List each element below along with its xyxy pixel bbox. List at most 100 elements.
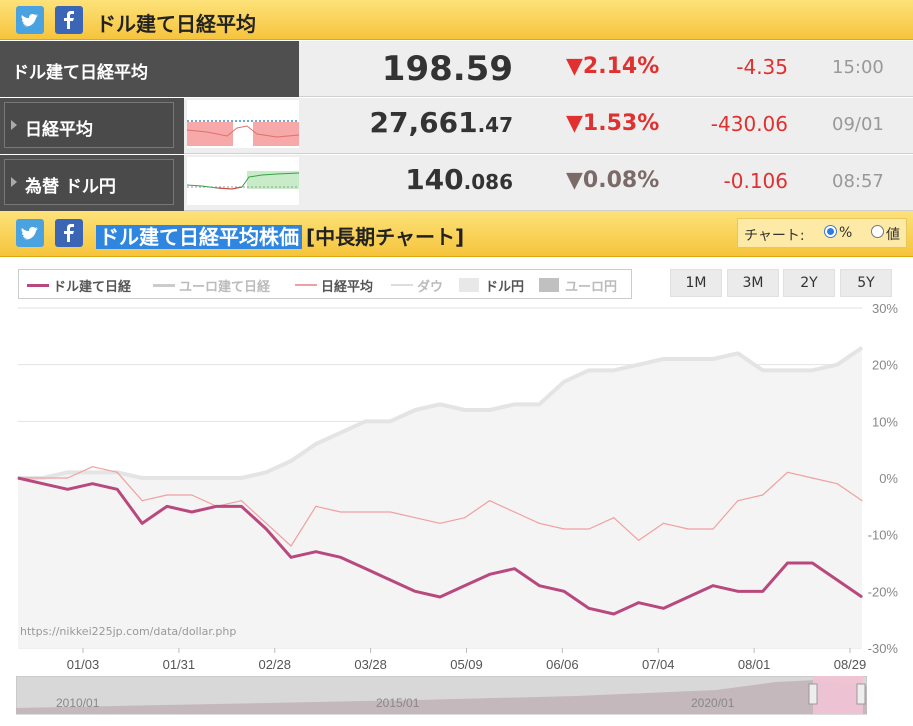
quote-time: 15:00 bbox=[832, 57, 884, 78]
data-point bbox=[513, 403, 516, 405]
data-point bbox=[563, 528, 565, 530]
usdjpy-link-button[interactable]: 為替 ドル円 bbox=[4, 159, 174, 205]
legend-item-euro-nikkei[interactable]: ユーロ建て日経 bbox=[179, 276, 270, 295]
navigator-handle-left bbox=[808, 683, 818, 705]
data-point bbox=[513, 511, 516, 513]
data-point bbox=[215, 505, 218, 507]
data-point bbox=[464, 409, 466, 411]
data-point bbox=[489, 573, 491, 575]
legend-swatch bbox=[295, 284, 317, 286]
data-point bbox=[67, 477, 69, 479]
quote-label: 日経平均 bbox=[0, 98, 184, 154]
data-point bbox=[538, 522, 540, 524]
facebook-button[interactable] bbox=[55, 6, 83, 34]
data-point bbox=[811, 562, 813, 564]
data-point bbox=[191, 511, 193, 513]
data-point bbox=[265, 522, 267, 524]
usdjpy-sparkline bbox=[187, 157, 299, 209]
data-point bbox=[91, 466, 94, 468]
legend-swatch bbox=[459, 278, 479, 292]
navigator-handle-right bbox=[856, 683, 866, 705]
data-point bbox=[737, 500, 739, 502]
data-point bbox=[240, 477, 243, 479]
y-tick-label: -30% bbox=[868, 641, 899, 656]
value-decimal: .086 bbox=[463, 170, 513, 194]
mode-label: チャート: bbox=[744, 228, 805, 244]
data-point bbox=[42, 477, 44, 479]
data-point bbox=[464, 585, 466, 587]
data-point bbox=[687, 528, 689, 530]
facebook-icon bbox=[64, 224, 74, 242]
mode-radio-value[interactable] bbox=[871, 225, 884, 238]
data-point bbox=[811, 477, 813, 479]
facebook-button[interactable] bbox=[55, 219, 83, 247]
legend-item-dollar-nikkei[interactable]: ドル建て日経 bbox=[53, 276, 131, 295]
range-button-1m[interactable]: 1M bbox=[670, 269, 722, 297]
quote-percent: ▼0.08% bbox=[566, 168, 660, 193]
navigator-selection bbox=[813, 676, 863, 714]
quote-label-text: 為替 ドル円 bbox=[25, 177, 116, 197]
value-main: 140 bbox=[405, 163, 464, 196]
data-point bbox=[464, 517, 466, 519]
data-point bbox=[861, 347, 863, 349]
data-point bbox=[439, 403, 441, 405]
range-button-5y[interactable]: 5Y bbox=[840, 269, 892, 297]
data-point bbox=[340, 432, 342, 434]
data-point bbox=[166, 505, 168, 507]
nikkei-link-button[interactable]: 日経平均 bbox=[4, 102, 174, 148]
data-point bbox=[613, 369, 615, 371]
data-point bbox=[538, 585, 540, 587]
data-point bbox=[389, 420, 391, 422]
data-point bbox=[364, 511, 367, 513]
nikkei-sparkline bbox=[187, 100, 299, 152]
data-point bbox=[836, 579, 838, 581]
range-navigator[interactable]: 2010/01 2015/01 2020/01 bbox=[16, 676, 867, 716]
quote-label-text: ドル建て日経平均 bbox=[12, 63, 148, 83]
data-point bbox=[414, 409, 416, 411]
data-point bbox=[166, 494, 168, 496]
legend-item-dow[interactable]: ダウ bbox=[417, 276, 443, 295]
data-point bbox=[588, 369, 590, 371]
quote-row-nikkei: 日経平均 27,661.47 ▼1.53% -430.06 09/01 bbox=[0, 98, 913, 154]
data-point bbox=[340, 556, 342, 558]
legend-item-usdjpy[interactable]: ドル円 bbox=[485, 276, 524, 295]
x-tick-label: 07/04 bbox=[642, 657, 675, 672]
legend-item-eurjpy[interactable]: ユーロ円 bbox=[565, 276, 617, 295]
data-point bbox=[364, 568, 367, 570]
quote-row-usdjpy: 為替 ドル円 140.086 ▼0.08% -0.106 08:57 bbox=[0, 155, 913, 211]
twitter-icon bbox=[21, 227, 38, 240]
quote-change: -430.06 bbox=[710, 112, 788, 136]
data-point bbox=[116, 488, 118, 490]
data-point bbox=[588, 607, 590, 609]
data-point bbox=[290, 556, 292, 558]
data-point bbox=[737, 590, 739, 592]
data-point bbox=[762, 369, 764, 371]
data-point bbox=[116, 471, 118, 473]
range-button-2y[interactable]: 2Y bbox=[783, 269, 835, 297]
mode-option-percent: % bbox=[839, 225, 853, 241]
data-point bbox=[414, 517, 416, 519]
mode-radio-percent[interactable] bbox=[824, 225, 837, 238]
quote-percent: ▼2.14% bbox=[566, 54, 660, 79]
data-point bbox=[290, 460, 292, 462]
chart-title: ドル建て日経平均株価 [中長期チャート] bbox=[96, 221, 464, 250]
data-point bbox=[315, 443, 317, 445]
data-point bbox=[489, 500, 491, 502]
data-point bbox=[91, 483, 94, 485]
top-header: ドル建て日経平均 bbox=[0, 0, 913, 40]
chevron-right-icon bbox=[11, 120, 17, 130]
range-button-3m[interactable]: 3M bbox=[727, 269, 779, 297]
twitter-button[interactable] bbox=[16, 6, 44, 34]
mode-option-value: 値 bbox=[886, 227, 900, 243]
data-point bbox=[240, 500, 243, 502]
data-point bbox=[637, 539, 640, 541]
data-point bbox=[563, 381, 565, 383]
legend-item-nikkei[interactable]: 日経平均 bbox=[321, 276, 373, 295]
data-point bbox=[588, 528, 590, 530]
data-point bbox=[513, 568, 516, 570]
line-chart[interactable]: 30% 20% 10% 0% -10% -20% -30% 01/03 01/31 02/28 03… bbox=[0, 298, 913, 678]
data-point bbox=[340, 511, 342, 513]
data-point bbox=[637, 364, 640, 366]
twitter-button[interactable] bbox=[16, 219, 44, 247]
data-point bbox=[836, 364, 838, 366]
